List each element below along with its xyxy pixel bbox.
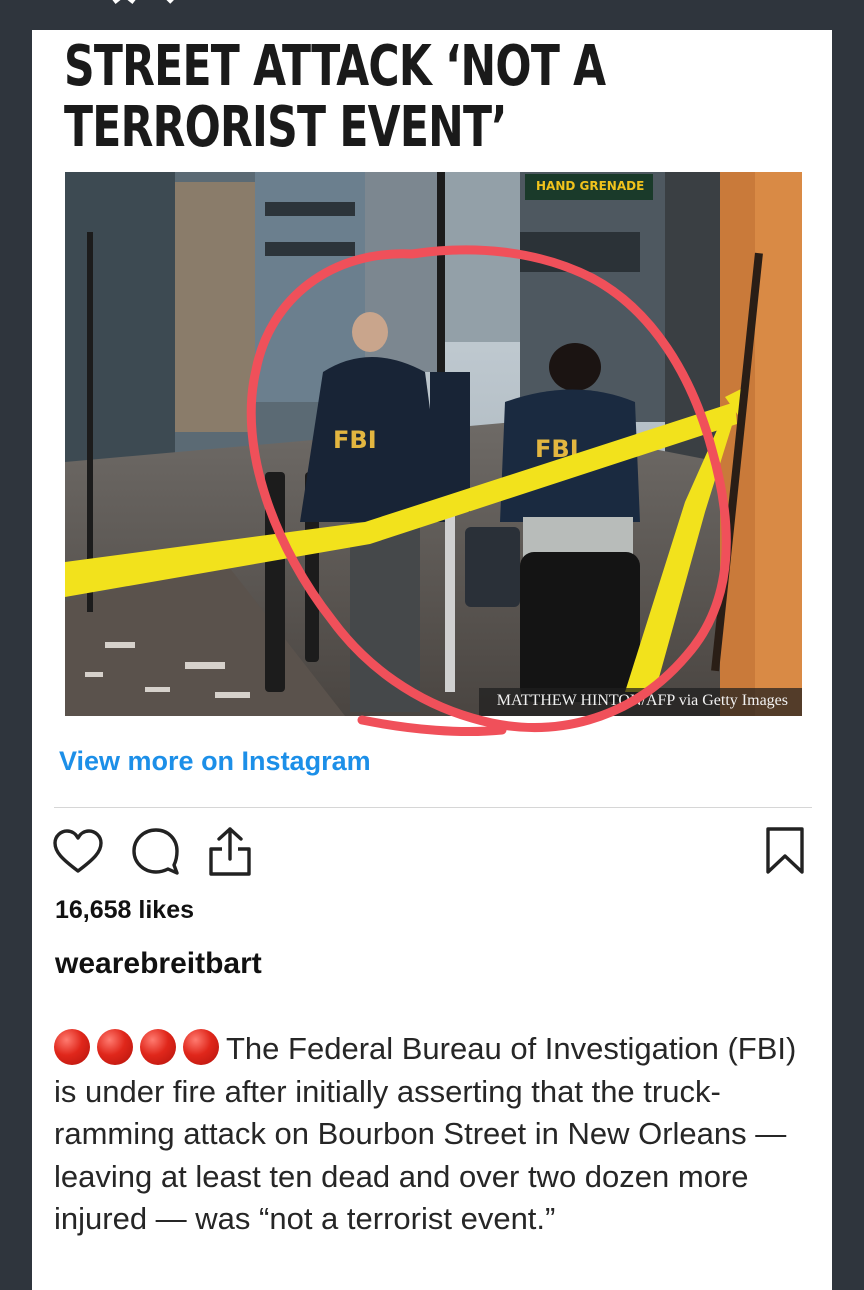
- fbi-vest-left: FBI: [333, 426, 377, 454]
- red-circle-emoji: [54, 1029, 90, 1065]
- red-circle-emoji: [97, 1029, 133, 1065]
- likes-count[interactable]: 16,658 likes: [55, 896, 194, 925]
- post-caption: The Federal Bureau of Investigation (FBI…: [54, 1028, 824, 1241]
- instagram-post-card: STREET ATTACK ‘NOT A TERRORIST EVENT’ HA…: [32, 30, 832, 1290]
- divider: [54, 807, 812, 808]
- bookmark-icon[interactable]: [765, 826, 805, 876]
- headline-line-1: STREET ATTACK ‘NOT A: [64, 34, 606, 99]
- article-headline: STREET ATTACK ‘NOT A TERRORIST EVENT’: [64, 34, 606, 160]
- article-photo[interactable]: HAND GRENADE FBI FBI MATTHEW HINTON/AFP …: [65, 172, 802, 716]
- red-circle-emoji: [140, 1029, 176, 1065]
- comment-icon[interactable]: [130, 827, 180, 877]
- share-icon[interactable]: [207, 825, 253, 877]
- hand-grenade-sign: HAND GRENADE: [536, 179, 644, 193]
- post-username[interactable]: wearebreitbart: [55, 947, 262, 981]
- close-icon[interactable]: [108, 0, 188, 16]
- photo-credit: MATTHEW HINTON/AFP via Getty Images: [478, 688, 802, 716]
- heart-icon[interactable]: [52, 828, 104, 876]
- headline-line-2: TERRORIST EVENT’: [64, 95, 507, 160]
- red-circle-emoji: [183, 1029, 219, 1065]
- view-more-on-instagram-link[interactable]: View more on Instagram: [59, 746, 371, 777]
- street-scene-illustration: HAND GRENADE FBI FBI: [65, 172, 802, 716]
